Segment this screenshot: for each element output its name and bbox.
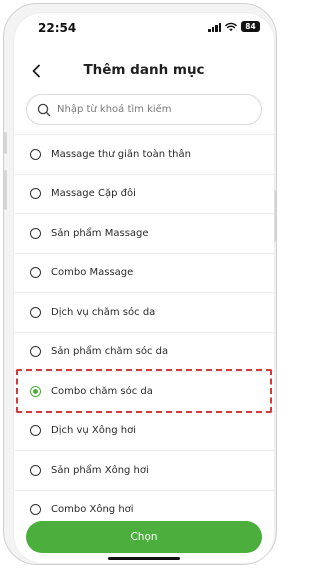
list-item[interactable]: Massage thư giãn toàn thân — [14, 134, 274, 174]
search-icon — [37, 103, 51, 117]
radio-button[interactable] — [30, 425, 41, 437]
wifi-icon — [225, 22, 237, 31]
radio-button[interactable] — [30, 504, 41, 516]
list-item[interactable]: Dịch vụ Xông hơi — [14, 410, 274, 451]
mute-switch — [4, 132, 7, 154]
radio-button[interactable] — [30, 188, 41, 200]
search-input[interactable] — [57, 96, 255, 123]
radio-button[interactable] — [30, 148, 41, 160]
home-indicator — [108, 557, 180, 560]
list-item-label: Dịch vụ Xông hơi — [51, 425, 136, 437]
status-icons: 84 — [208, 21, 260, 32]
list-item-selected[interactable]: Combo chăm sóc da — [14, 371, 274, 411]
list-item-label: Combo Xông hơi — [51, 504, 134, 516]
list-item[interactable]: Sản phẩm Xông hơi — [14, 450, 274, 490]
list-item[interactable]: Massage Cặp đôi — [14, 173, 274, 214]
list-item[interactable]: Dịch vụ chăm sóc da — [14, 292, 274, 332]
status-bar: 22:54 84 — [14, 13, 274, 43]
list-item-label: Combo chăm sóc da — [51, 385, 153, 397]
page-title: Thêm danh mục — [83, 62, 205, 78]
radio-button[interactable] — [30, 346, 41, 358]
list-item-label: Combo Massage — [51, 267, 134, 279]
list-item-label: Sản phẩm Massage — [51, 227, 149, 239]
signal-icon — [208, 22, 221, 32]
list-item[interactable]: Sản phẩm chăm sóc da — [14, 331, 274, 372]
radio-button[interactable] — [30, 267, 41, 279]
category-list: Massage thư giãn toàn thân Massage Cặp đ… — [14, 134, 274, 529]
search-box[interactable] — [26, 94, 262, 125]
list-item[interactable]: Combo Massage — [14, 252, 274, 293]
header: Thêm danh mục — [14, 53, 274, 89]
list-item-label: Dịch vụ chăm sóc da — [51, 306, 156, 318]
confirm-button[interactable]: Chọn — [26, 521, 262, 553]
radio-button-checked[interactable] — [30, 385, 41, 397]
battery-icon: 84 — [241, 21, 260, 32]
radio-button[interactable] — [30, 464, 41, 476]
list-item-label: Sản phẩm Xông hơi — [51, 464, 149, 476]
radio-button[interactable] — [30, 306, 41, 318]
radio-button[interactable] — [30, 227, 41, 239]
list-item-label: Massage Cặp đôi — [51, 188, 136, 200]
volume-button — [4, 170, 7, 210]
list-item[interactable]: Sản phẩm Massage — [14, 213, 274, 253]
list-item-label: Massage thư giãn toàn thân — [51, 148, 191, 160]
screen: 22:54 84 Thêm danh mục Nhập từ khoá tìm … — [14, 13, 274, 563]
phone-frame: 22:54 84 Thêm danh mục Nhập từ khoá tìm … — [3, 3, 277, 565]
list-item-label: Sản phẩm chăm sóc da — [51, 346, 169, 358]
status-time: 22:54 — [38, 21, 77, 35]
